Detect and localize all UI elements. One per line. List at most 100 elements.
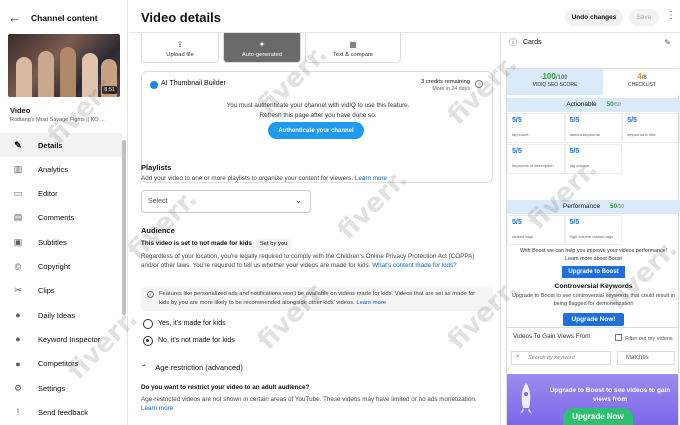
sidebar-item-label: Settings <box>38 383 66 393</box>
set-by-you-badge: Set by you <box>255 239 292 250</box>
analytics-icon: ▥ <box>13 163 23 174</box>
credits-remaining: 3 credits remaining <box>421 79 470 85</box>
copyright-icon: © <box>14 261 22 272</box>
vtg-title: Videos To Gain Views From <box>513 333 591 340</box>
boost-link[interactable]: Learn more about Boost <box>507 255 680 263</box>
sidebar-item-label: Subtitles <box>38 237 67 247</box>
age-learn-more-link[interactable]: Learn more <box>141 405 173 412</box>
sidebar-item-comments[interactable]: ▤ Comments <box>0 206 122 230</box>
sidebar-item-daily-ideas[interactable]: ● Daily Ideas <box>0 303 122 327</box>
auto-generated-tile[interactable]: ✦ Auto-generated <box>223 33 301 63</box>
radio-not-made-for-kids[interactable] <box>143 336 153 346</box>
seo-score-box: 100/100 VIDIQ SEO SCORE <box>507 69 603 95</box>
playlists-learn-more-link[interactable]: Learn more <box>355 175 387 182</box>
audience-note: i Features like personalized ads and not… <box>141 287 493 311</box>
seo-metric-value: 5/5 <box>569 117 580 124</box>
info-icon[interactable]: i <box>475 80 483 88</box>
details-form: ⇪ Upload file ✦ Auto-generated ▦ Text & … <box>141 33 497 425</box>
promo-upgrade-button[interactable]: Upgrade Now <box>563 408 633 425</box>
sidebar-scrollbar[interactable] <box>122 140 126 315</box>
back-arrow-icon[interactable]: ← <box>8 10 21 25</box>
sidebar-item-send-feedback[interactable]: ! Send feedback <box>0 400 122 424</box>
seo-metric-label: keywords in description <box>512 163 554 168</box>
seo-metric-cell: 5/5 tag count <box>507 113 565 143</box>
undo-changes-button[interactable]: Undo changes <box>565 9 623 26</box>
sidebar-video-title: Rodtang's Most Savage Fights || KO ... <box>10 117 105 123</box>
text-compare-tile[interactable]: ▦ Text & compare <box>305 33 401 63</box>
made-for-kids-link[interactable]: What's content made for kids? <box>372 262 457 269</box>
edit-pencil-icon[interactable]: ✎ <box>664 38 671 47</box>
upload-icon: ⇪ <box>176 40 184 49</box>
seo-score-value: 100 <box>542 72 556 81</box>
sidebar-item-settings[interactable]: ⚙ Settings <box>0 376 122 400</box>
ai-thumbnail-builder-title: AI Thumbnail Builder <box>161 80 226 87</box>
sidebar-item-details[interactable]: ✎ Details <box>0 133 122 157</box>
search-icon: ⌕ <box>516 353 520 360</box>
checklist-box[interactable]: 4/8 CHECKLIST <box>604 69 680 95</box>
auth-message: You must authenticate your channel with … <box>142 101 494 121</box>
seo-metric-label: keywords in title <box>627 132 656 137</box>
note-learn-more-link[interactable]: Learn more <box>356 300 386 306</box>
gear-icon: ⚙ <box>13 382 23 393</box>
seo-metric-value: 5/5 <box>512 117 522 124</box>
chevron-up-icon: ⌃ <box>141 363 148 372</box>
sidebar-item-label: Copyright <box>38 262 71 271</box>
controversial-text: Upgrade to Boost to see controversial ke… <box>512 293 675 307</box>
sidebar-item-label: Comments <box>38 213 75 223</box>
upgrade-promo-banner: Upgrade to Boost to see videos to gain v… <box>507 374 678 425</box>
boost-text: With Boost we can help you improve your … <box>520 248 667 254</box>
sidebar-item-analytics[interactable]: ▥ Analytics <box>0 157 122 181</box>
sidebar-item-clips[interactable]: ✂ Clips <box>0 279 122 303</box>
sidebar-item-label: Competitors <box>38 359 79 369</box>
playlist-select-value: Select <box>148 198 168 205</box>
audience-heading: Audience <box>141 226 175 235</box>
sidebar-item-label: Clips <box>38 286 55 296</box>
sidebar-item-editor[interactable]: ▭ Editor <box>0 182 122 206</box>
upload-file-tile[interactable]: ⇪ Upload file <box>141 33 219 63</box>
subtitles-icon: ▣ <box>13 236 23 247</box>
sidebar-item-keyword-inspector[interactable]: ● Keyword Inspector <box>0 327 122 351</box>
seo-metric-cell: 5/5 ranked tags <box>507 215 565 245</box>
seo-metric-cell: 5/5 high volume ranked tags <box>564 215 623 245</box>
note-info-icon: i <box>147 291 154 298</box>
cards-row[interactable]: ⓘ Cards ✎ <box>501 33 680 51</box>
auth-message-line1: You must authenticate your channel with … <box>226 102 410 109</box>
sidebar-item-copyright[interactable]: © Copyright <box>0 255 122 279</box>
upgrade-now-button[interactable]: Upgrade Now! <box>563 313 624 326</box>
seo-metric-label: tag volume <box>569 163 590 168</box>
keyword-icon: ● <box>15 334 21 345</box>
more-options-icon[interactable]: ⋮ <box>666 10 676 21</box>
radio-made-for-kids[interactable] <box>143 319 153 329</box>
filter-out-my-videos-checkbox[interactable]: Filter out my videos <box>615 334 673 342</box>
vidiq-side-panel: ⓘ Cards ✎ 100/100 VIDIQ SEO SCORE 4/8 CH… <box>500 33 680 425</box>
ideas-icon: ● <box>15 310 21 321</box>
matches-dropdown[interactable]: Matches <box>617 351 675 365</box>
save-button[interactable]: Save <box>629 9 659 26</box>
sidebar-item-label: Send feedback <box>38 407 89 417</box>
actionable-band: Actionable 50/50 <box>507 98 680 112</box>
seo-metric-cell: 5/5 keywords in description <box>507 144 565 174</box>
age-restriction-toggle[interactable]: ⌃ Age restriction (advanced) <box>141 363 243 372</box>
rocket-icon <box>520 383 532 414</box>
seo-metric-value: 5/5 <box>627 117 637 124</box>
page-title: Video details <box>141 10 221 25</box>
seo-metric-cell: 5/5 ranked keywords <box>564 113 623 143</box>
credits-reset: More in 24 days <box>432 86 470 92</box>
actionable-max: /50 <box>613 102 621 108</box>
sidebar-item-label: Details <box>38 140 63 150</box>
seo-score-max: /100 <box>555 75 568 81</box>
sidebar-item-subtitles[interactable]: ▣ Subtitles <box>0 230 122 254</box>
performance-band: Performance 50/50 <box>507 200 680 214</box>
video-thumbnail[interactable]: 8:51 <box>8 34 120 97</box>
seo-metric-label: ranked tags <box>512 234 533 239</box>
videos-to-gain-views-panel: Videos To Gain Views From Filter out my … <box>506 327 679 425</box>
seo-metric-value: 5/5 <box>569 148 580 155</box>
upgrade-to-boost-button[interactable]: Upgrade to Boost <box>562 266 625 278</box>
sidebar-item-competitors[interactable]: ● Competitors <box>0 352 122 376</box>
authenticate-channel-button[interactable]: Authenticate your channel <box>268 122 364 139</box>
actionable-label: Actionable <box>566 101 597 108</box>
pencil-icon: ✎ <box>14 139 22 150</box>
playlist-select[interactable]: Select ⌄ <box>141 190 311 213</box>
playlists-description: Add your video to one or more playlists … <box>141 174 493 183</box>
keyword-search-input[interactable]: Search by keyword <box>511 351 611 365</box>
